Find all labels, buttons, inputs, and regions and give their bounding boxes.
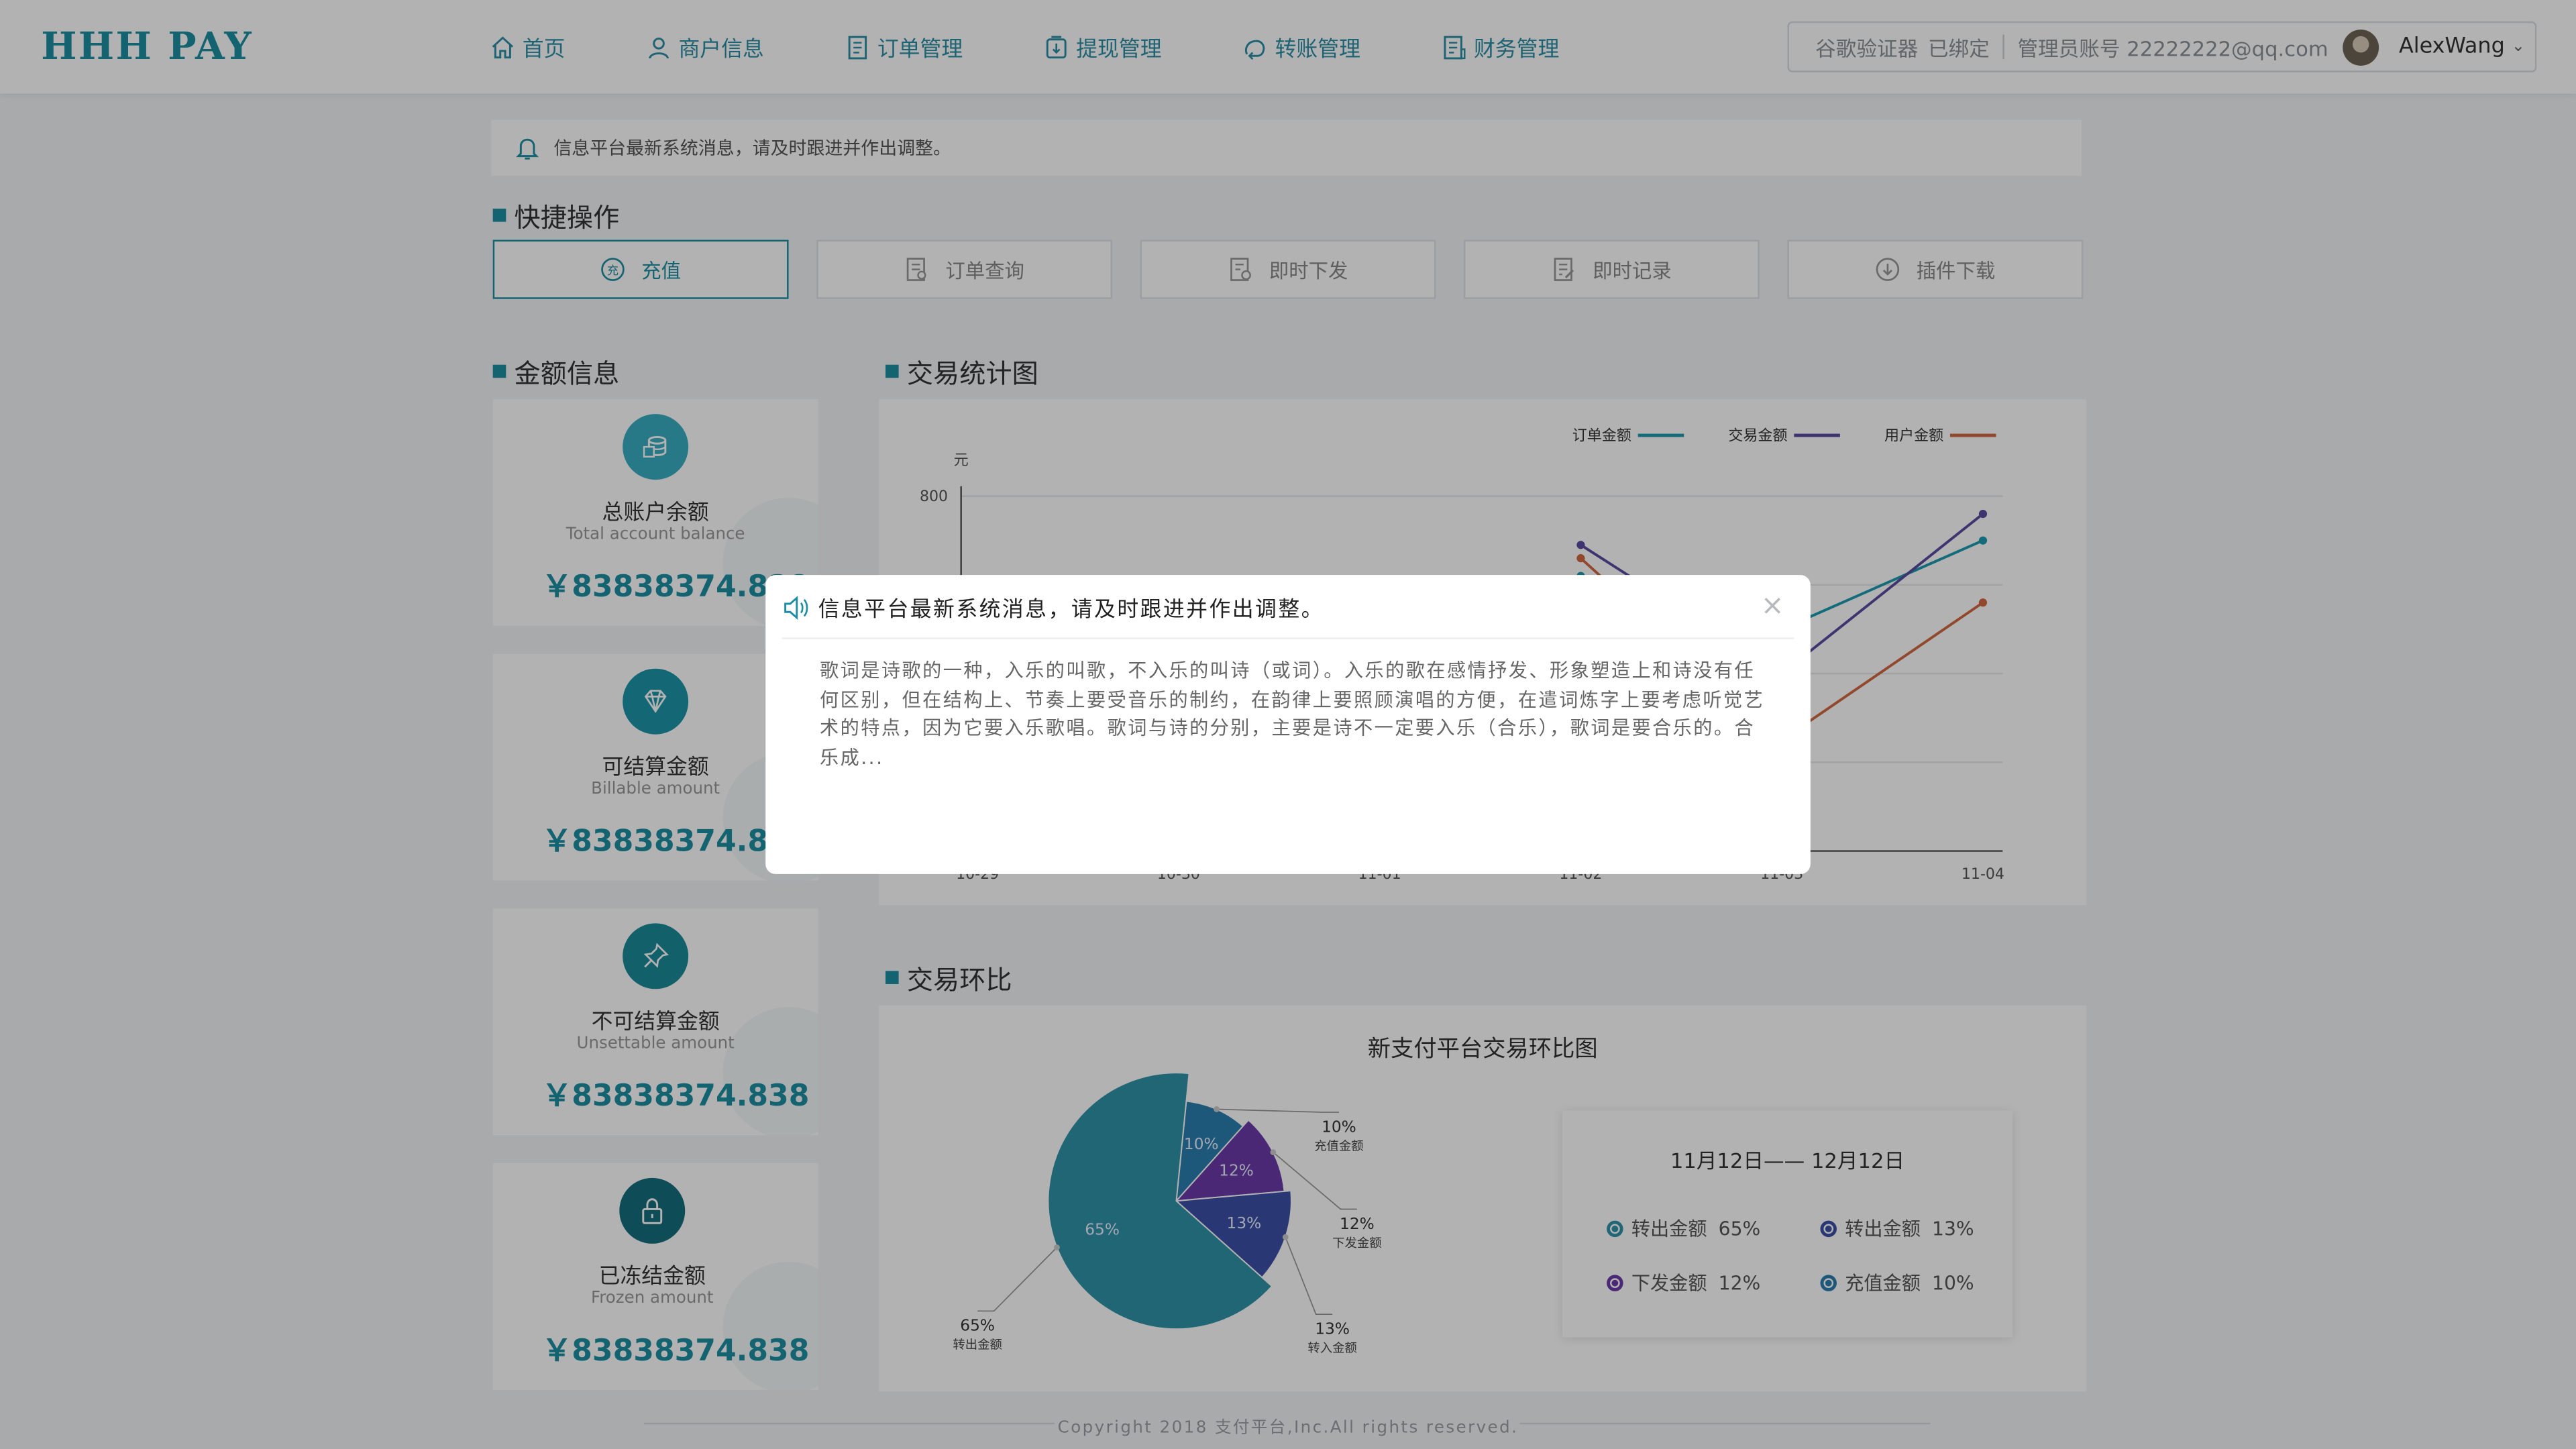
modal-title: 信息平台最新系统消息，请及时跟进并作出调整。 — [818, 598, 1324, 623]
close-icon[interactable]: × — [1761, 590, 1784, 623]
system-message-modal: 信息平台最新系统消息，请及时跟进并作出调整。 × 歌词是诗歌的一种，入乐的叫歌，… — [765, 575, 1811, 874]
dashboard-page: HHH PAY 首页 商户信息 订单管理 提现管理 转账管理 财务管理 谷歌验证… — [0, 0, 2576, 1449]
modal-body: 歌词是诗歌的一种，入乐的叫歌，不入乐的叫诗（或词）。入乐的歌在感情抒发、形象塑造… — [820, 659, 1765, 768]
modal-divider — [782, 637, 1794, 639]
modal-header: 信息平台最新系统消息，请及时跟进并作出调整。 — [782, 592, 1324, 623]
speaker-icon — [784, 594, 808, 619]
